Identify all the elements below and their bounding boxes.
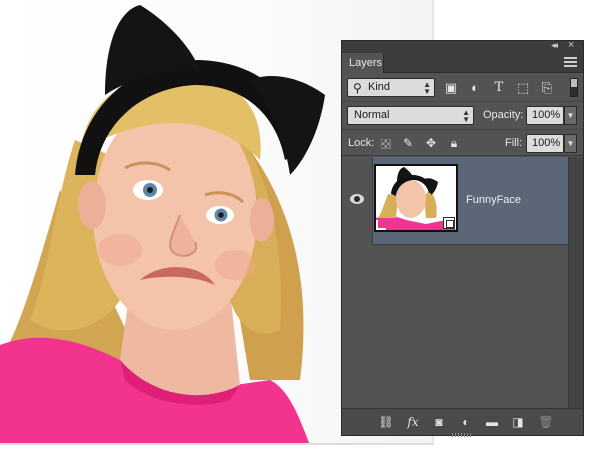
- blend-mode-dropdown[interactable]: Normal ▲ ▼: [347, 106, 474, 125]
- panel-titlebar[interactable]: ◂◂ ×: [342, 39, 583, 53]
- new-adjustment-layer-icon[interactable]: ◐: [458, 414, 474, 430]
- search-icon: ⚲: [353, 81, 362, 95]
- tab-layers[interactable]: Layers: [342, 53, 384, 73]
- panel-tab-row: Layers: [342, 53, 583, 73]
- panel-footer: ⛓ fx ◙ ◐ ▬ ◨ 🗑︎: [342, 408, 583, 435]
- eye-icon[interactable]: [350, 194, 364, 204]
- filter-kind-label: Kind: [368, 81, 391, 93]
- smart-object-badge-icon: [443, 217, 455, 229]
- visibility-toggle[interactable]: [342, 157, 373, 245]
- blend-row: Normal ▲ ▼ Opacity: 100% ▼: [342, 101, 583, 129]
- layer-row[interactable]: FunnyFace: [342, 157, 568, 245]
- delete-layer-trash-icon[interactable]: 🗑︎: [538, 414, 554, 430]
- panel-menu-icon[interactable]: [564, 57, 577, 68]
- chevron-down-icon: ▼: [423, 87, 431, 96]
- thumbnail-corner-marker: [376, 220, 386, 230]
- fill-input[interactable]: 100%: [526, 134, 564, 153]
- lock-all-padlock-icon[interactable]: 🔒︎: [446, 135, 462, 151]
- panel-resize-grip[interactable]: [452, 433, 472, 437]
- opacity-label: Opacity:: [483, 109, 524, 121]
- opacity-slider-button[interactable]: ▼: [564, 106, 577, 125]
- lock-image-pixels-brush-icon[interactable]: ✎: [400, 135, 416, 151]
- opacity-input[interactable]: 100%: [526, 106, 564, 125]
- add-layer-style-fx-icon[interactable]: fx: [405, 414, 421, 430]
- collapse-panel-icon[interactable]: ◂◂: [551, 40, 558, 51]
- filter-kind-dropdown[interactable]: ⚲ Kind ▲ ▼: [347, 78, 435, 97]
- filter-row: ⚲ Kind ▲ ▼ ▣ ◐ T ⬚ ⎘: [342, 74, 583, 101]
- add-layer-mask-icon[interactable]: ◙: [431, 414, 447, 430]
- new-group-folder-icon[interactable]: ▬: [484, 414, 500, 430]
- thumbnail-corner-marker: [446, 166, 456, 176]
- layers-panel[interactable]: ◂◂ × Layers ⚲ Kind ▲ ▼ ▣ ◐ T ⬚ ⎘ Normal …: [341, 39, 584, 437]
- lock-position-move-icon[interactable]: ✥: [423, 135, 439, 151]
- lock-label: Lock:: [348, 137, 375, 149]
- canvas-edge-shadow: [0, 443, 434, 445]
- chevron-down-icon: ▼: [462, 115, 470, 124]
- close-panel-icon[interactable]: ×: [568, 39, 574, 51]
- fill-label: Fill:: [505, 137, 523, 149]
- filter-smart-object-icon[interactable]: ⎘: [539, 80, 555, 96]
- layer-name[interactable]: FunnyFace: [466, 194, 521, 206]
- thumbnail-corner-marker: [376, 166, 386, 176]
- layer-thumbnail[interactable]: [374, 164, 458, 232]
- filter-toggle-switch[interactable]: [570, 78, 578, 97]
- filter-type-icon[interactable]: T: [491, 80, 507, 96]
- filter-shape-icon[interactable]: ⬚: [515, 80, 531, 96]
- new-layer-icon[interactable]: ◨: [510, 414, 526, 430]
- blend-mode-value: Normal: [354, 109, 390, 121]
- layers-scrollbar[interactable]: [568, 157, 583, 408]
- lock-row: Lock: ✎ ✥ 🔒︎ Fill: 100% ▼: [342, 129, 583, 156]
- layers-list[interactable]: FunnyFace: [342, 157, 583, 408]
- filter-pixel-image-icon[interactable]: ▣: [443, 80, 459, 96]
- filter-adjustment-icon[interactable]: ◐: [467, 80, 483, 96]
- link-layers-icon[interactable]: ⛓: [378, 414, 394, 430]
- lock-transparent-pixels-icon[interactable]: [381, 139, 391, 149]
- fill-slider-button[interactable]: ▼: [564, 134, 577, 153]
